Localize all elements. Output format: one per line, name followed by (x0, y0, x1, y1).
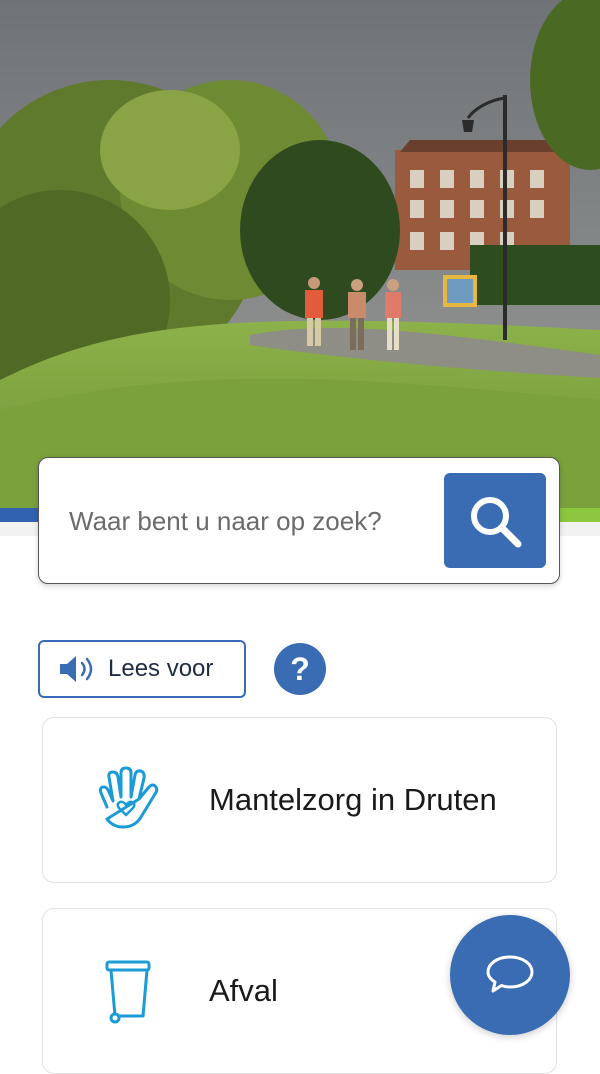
search-box (38, 457, 560, 584)
waste-bin-icon (105, 960, 151, 1024)
hand-heart-icon (98, 766, 159, 829)
card-label: Mantelzorg in Druten (209, 782, 497, 817)
read-aloud-button[interactable]: Lees voor (38, 640, 246, 698)
card-label: Afval (209, 973, 278, 1008)
accent-stripe-blue (0, 508, 40, 522)
card-mantelzorg[interactable]: Mantelzorg in Druten (42, 717, 557, 883)
search-button[interactable] (444, 473, 546, 568)
chat-bubble-icon (486, 955, 534, 993)
accent-stripe-green (560, 508, 600, 522)
speaker-icon (60, 656, 93, 682)
search-input[interactable] (69, 498, 429, 544)
search-icon (471, 496, 522, 547)
hero-image (0, 0, 600, 510)
help-button[interactable]: ? (274, 643, 326, 695)
chat-button[interactable] (450, 915, 570, 1035)
read-aloud-label: Lees voor (108, 655, 214, 682)
help-icon: ? (290, 650, 310, 687)
